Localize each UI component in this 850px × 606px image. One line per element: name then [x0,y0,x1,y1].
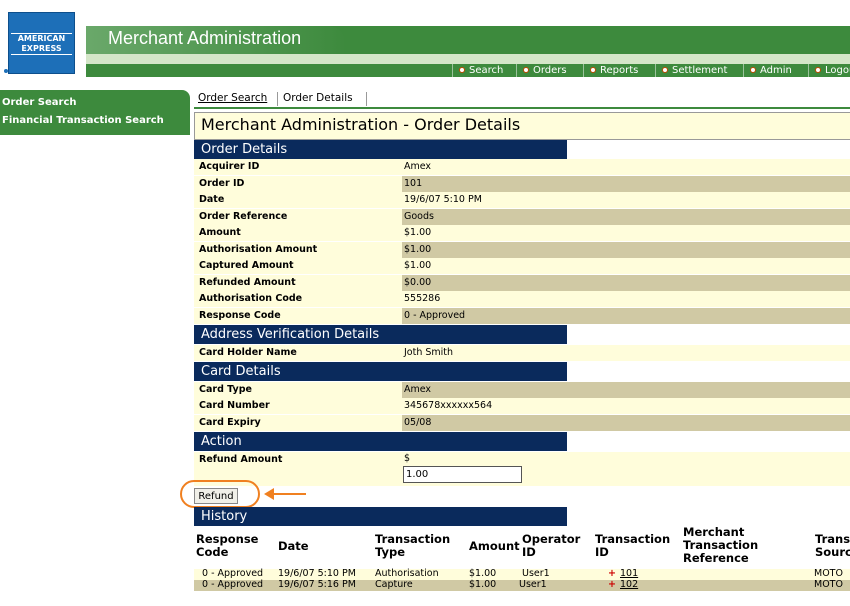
detail-row: Refunded Amount $0.00 [194,275,850,291]
col-header-transaction-id: Transaction ID [595,532,671,559]
annotation-arrow-icon [264,488,306,500]
bullet-icon [590,67,596,73]
bullet-icon [523,67,529,73]
col-header-date: Date [278,539,309,553]
detail-row: Card Expiry 05/08 [194,415,850,431]
tab-underline [194,107,850,109]
sidebar-item-financial-transaction-search[interactable]: Financial Transaction Search [2,115,164,126]
sidebar-item-order-search[interactable]: Order Search [2,97,77,108]
transaction-id-link[interactable]: 102 [620,579,638,590]
bullet-icon [459,67,465,73]
header-divider [86,54,850,64]
nav-admin[interactable]: Admin [743,64,805,77]
nav-logout[interactable]: Logout [808,64,850,77]
section-order-details: Order Details [194,140,567,159]
detail-row: Response Code 0 - Approved [194,308,850,324]
transaction-id-link[interactable]: 101 [620,568,638,579]
refund-amount-label: Refund Amount [199,454,283,465]
section-action: Action [194,432,567,451]
col-header-operator-id: Operator ID [522,532,581,559]
amex-logo: AMERICAN EXPRESS [8,12,75,74]
nav-search[interactable]: Search [452,64,516,77]
bullet-icon [662,67,668,73]
col-header-transaction-source: Transaction Source [815,532,850,559]
col-header-amount: Amount [469,539,520,553]
detail-row: Captured Amount $1.00 [194,258,850,274]
refund-highlight-circle [180,480,260,508]
nav-reports[interactable]: Reports [583,64,654,77]
section-history: History [194,507,567,526]
logo-text: AMERICAN EXPRESS [11,33,72,55]
nav-settlement[interactable]: Settlement [655,64,740,77]
detail-row: Card Holder Name Joth Smith [194,345,850,361]
currency-symbol: $ [404,453,411,464]
nav-orders[interactable]: Orders [516,64,580,77]
section-card-details: Card Details [194,362,567,381]
detail-row: Authorisation Amount $1.00 [194,242,850,258]
bullet-icon [750,67,756,73]
detail-row: Amount $1.00 [194,225,850,241]
page-title: Merchant Administration - Order Details [201,115,521,134]
section-address-verification: Address Verification Details [194,325,567,344]
detail-row: Authorisation Code 555286 [194,291,850,307]
expand-icon[interactable]: + [608,568,616,579]
tab-order-search[interactable]: Order Search [198,92,267,104]
detail-row: Order ID 101 [194,176,850,192]
table-row: 0 - Approved 19/6/07 5:16 PM Capture $1.… [194,579,850,591]
bullet-icon [815,67,821,73]
detail-row: Card Type Amex [194,382,850,398]
app-title: Merchant Administration [108,28,302,48]
detail-row: Card Number 345678xxxxxx564 [194,398,850,414]
action-row [194,452,850,486]
detail-row: Order Reference Goods [194,209,850,225]
detail-row: Acquirer ID Amex [194,159,850,175]
expand-icon[interactable]: + [608,579,616,590]
detail-row: Date 19/6/07 5:10 PM [194,192,850,208]
logo-dot [4,69,8,73]
tab-divider [277,92,278,106]
refund-amount-input[interactable] [403,466,522,483]
tab-divider [366,92,367,106]
tab-order-details[interactable]: Order Details [283,92,353,104]
col-header-merchant-transaction-reference: Merchant Transaction Reference [683,525,759,565]
col-header-response-code: Response Code [196,532,259,559]
col-header-transaction-type: Transaction Type [375,532,451,559]
